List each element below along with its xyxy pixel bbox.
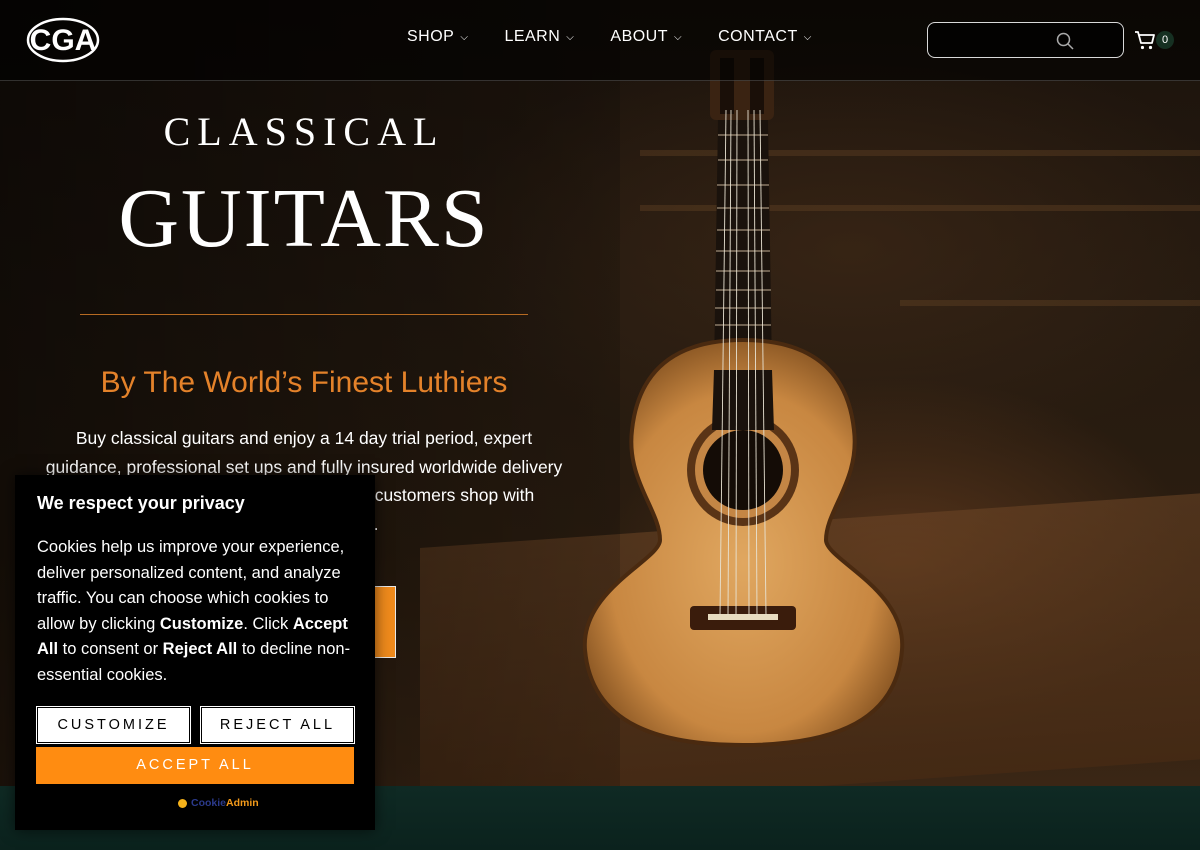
search-box <box>927 22 1124 58</box>
intro-line: Buy classical guitars and enjoy a 14 day… <box>75 428 533 448</box>
chevron-down-icon: ⌵ <box>460 31 469 43</box>
nav-label: SHOP <box>407 28 455 45</box>
chevron-down-icon: ⌵ <box>803 31 812 43</box>
nav-label: ABOUT <box>610 28 669 45</box>
hero-divider <box>80 314 528 315</box>
nav-item-about[interactable]: ABOUT ⌵ <box>610 28 682 46</box>
cart-count-badge: 0 <box>1156 31 1174 49</box>
site-header: CGA SHOP ⌵ LEARN ⌵ ABOUT ⌵ CONTACT ⌵ 0 <box>0 0 1200 81</box>
cookie-message: Cookies help us improve your experience,… <box>37 538 351 684</box>
nav-item-learn[interactable]: LEARN ⌵ <box>504 28 574 46</box>
cookie-title: We respect your privacy <box>37 493 245 513</box>
search-icon[interactable] <box>1055 31 1075 51</box>
nav-label: LEARN <box>504 28 561 45</box>
hero-subhead: By The World’s Finest Luthiers <box>100 366 508 399</box>
reject-word: Reject All <box>162 640 238 658</box>
guitar-image <box>582 50 905 748</box>
cart-icon[interactable] <box>1133 28 1157 52</box>
nav-label: CONTACT <box>718 28 798 45</box>
cookieadmin-badge[interactable]: Cookie Admin <box>178 797 259 809</box>
chevron-down-icon: ⌵ <box>674 31 683 43</box>
hero-kicker: CLASSICAL <box>163 109 445 154</box>
cookieadmin-logo-icon <box>178 798 187 808</box>
workshop-shelf <box>900 300 1200 306</box>
chevron-down-icon: ⌵ <box>566 31 575 43</box>
nav-item-shop[interactable]: SHOP ⌵ <box>407 28 468 46</box>
customize-button[interactable]: CUSTOMIZE <box>36 706 191 744</box>
accept-all-button[interactable]: ACCEPT ALL <box>36 747 354 784</box>
logo-text: CGA <box>30 24 97 57</box>
main-nav: SHOP ⌵ LEARN ⌵ ABOUT ⌵ CONTACT ⌵ <box>407 28 848 46</box>
cookie-consent-banner: We respect your privacy Cookies help us … <box>15 475 375 830</box>
nav-item-contact[interactable]: CONTACT ⌵ <box>718 28 812 46</box>
cga-logo[interactable]: CGA <box>26 16 100 64</box>
reject-all-button[interactable]: REJECT ALL <box>200 706 355 744</box>
search-input[interactable] <box>938 29 1058 53</box>
hero-headline: GUITARS <box>118 172 490 265</box>
customize-word: Customize <box>159 614 244 633</box>
